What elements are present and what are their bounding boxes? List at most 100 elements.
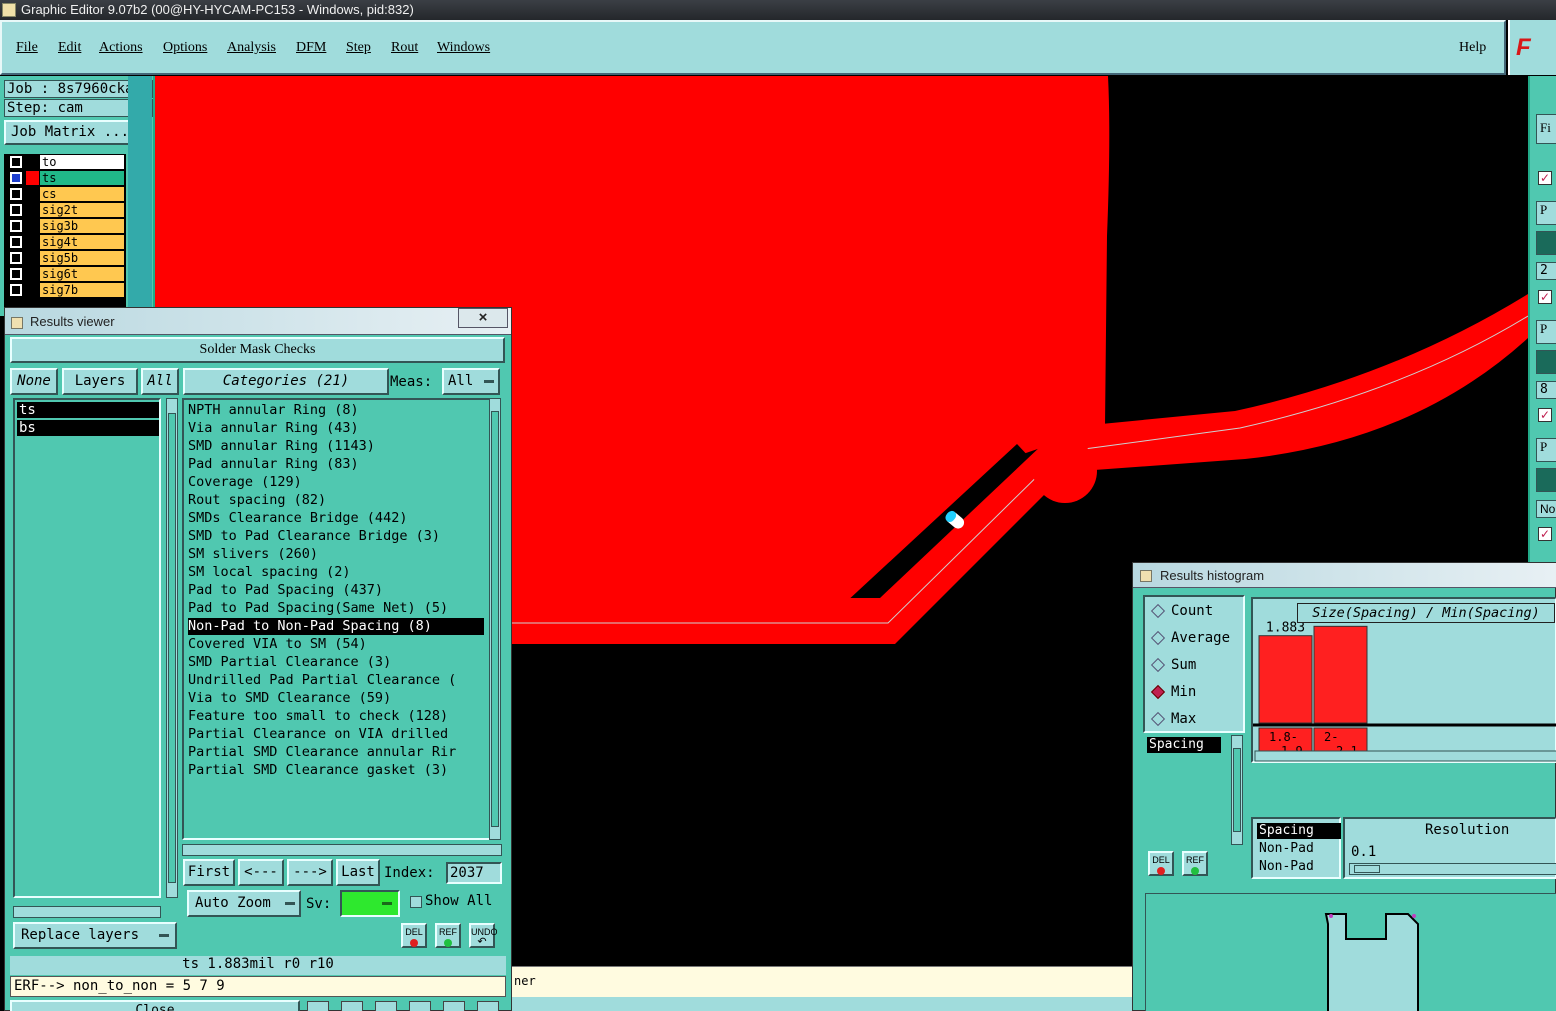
prev-button[interactable]: <--- xyxy=(238,859,284,886)
menu-edit[interactable]: Edit xyxy=(58,40,81,56)
meas-dropdown[interactable]: All xyxy=(442,368,500,395)
menu-step[interactable]: Step xyxy=(346,40,371,56)
category-item[interactable]: Pad annular Ring (83) xyxy=(188,456,484,473)
measure-list-item[interactable]: Spacing xyxy=(1257,823,1341,839)
category-item-selected[interactable]: Non-Pad to Non-Pad Spacing (8) xyxy=(188,618,484,635)
stat-radio-count[interactable]: Count xyxy=(1150,601,1251,621)
category-item[interactable]: Partial Clearance on VIA drilled xyxy=(188,726,484,743)
last-button[interactable]: Last xyxy=(336,859,380,886)
stat-radio-max[interactable]: Max xyxy=(1150,709,1251,729)
slider-handle[interactable] xyxy=(1354,865,1380,873)
layers-button[interactable]: Layers xyxy=(62,368,138,395)
menu-dfm[interactable]: DFM xyxy=(296,40,326,56)
right-panel-button[interactable]: P xyxy=(1536,320,1556,344)
right-panel-button[interactable]: P xyxy=(1536,438,1556,462)
layer-row[interactable]: sig3b xyxy=(4,218,126,234)
category-item[interactable]: Rout spacing (82) xyxy=(188,492,484,509)
measure-list-item[interactable]: Non-Pad xyxy=(1257,859,1341,875)
category-item[interactable]: Via annular Ring (43) xyxy=(188,420,484,437)
layer-row[interactable]: sig2t xyxy=(4,202,126,218)
index-input[interactable]: 2037 xyxy=(446,862,502,884)
layer-row[interactable]: ts xyxy=(4,170,126,186)
menu-rout[interactable]: Rout xyxy=(391,40,418,56)
sv-color-dropdown[interactable] xyxy=(340,890,400,917)
menu-file[interactable]: File xyxy=(16,40,38,56)
layer-row[interactable]: sig4t xyxy=(4,234,126,250)
layer-checkbox[interactable] xyxy=(10,252,22,264)
histogram-titlebar[interactable]: Results histogram xyxy=(1133,563,1556,588)
scroll-thumb[interactable] xyxy=(1233,748,1241,832)
toolbar-icon[interactable] xyxy=(443,1001,465,1011)
stat-radio-sum[interactable]: Sum xyxy=(1150,655,1251,675)
category-item[interactable]: SMDs Clearance Bridge (442) xyxy=(188,510,484,527)
hist-del-button[interactable]: DEL xyxy=(1148,851,1174,876)
categories-scrollbar[interactable] xyxy=(489,398,501,840)
category-item[interactable]: Via to SMD Clearance (59) xyxy=(188,690,484,707)
toolbar-icon[interactable] xyxy=(375,1001,397,1011)
layer-row[interactable]: to xyxy=(4,154,126,170)
layer-checkbox[interactable] xyxy=(10,284,22,296)
toolbar-icon[interactable] xyxy=(477,1001,499,1011)
layer-list-scrollbar[interactable] xyxy=(166,398,178,898)
category-item[interactable]: NPTH annular Ring (8) xyxy=(188,402,484,419)
menu-windows[interactable]: Windows xyxy=(437,40,490,56)
layer-row[interactable]: sig6t xyxy=(4,266,126,282)
auto-zoom-dropdown[interactable]: Auto Zoom xyxy=(187,890,301,917)
scroll-thumb[interactable] xyxy=(491,411,499,827)
category-item[interactable]: Coverage (129) xyxy=(188,474,484,491)
none-button[interactable]: None xyxy=(10,368,58,395)
right-panel-button[interactable]: P xyxy=(1536,201,1556,225)
measure-scrollbar[interactable] xyxy=(1231,735,1243,845)
layer-scrollbar[interactable] xyxy=(128,76,152,316)
category-item[interactable]: Pad to Pad Spacing (437) xyxy=(188,582,484,599)
wrench-icon[interactable] xyxy=(1536,231,1556,255)
first-button[interactable]: First xyxy=(183,859,235,886)
hist-ref-button[interactable]: REF xyxy=(1182,851,1208,876)
right-panel-checkbox[interactable]: ✓ xyxy=(1538,290,1552,304)
measure-item-selected[interactable]: Spacing xyxy=(1147,737,1221,753)
ref-button[interactable]: REF xyxy=(435,923,461,948)
layer-checkbox[interactable] xyxy=(10,204,22,216)
wrench-icon[interactable] xyxy=(1536,468,1556,492)
results-layer-item[interactable]: ts xyxy=(17,402,159,418)
toolbar-icon[interactable] xyxy=(341,1001,363,1011)
close-icon[interactable]: × xyxy=(458,308,508,328)
next-button[interactable]: ---> xyxy=(287,859,333,886)
all-button[interactable]: All xyxy=(141,368,179,395)
menu-help[interactable]: Help xyxy=(1459,40,1486,56)
category-item[interactable]: SMD annular Ring (1143) xyxy=(188,438,484,455)
histogram-hscrollbar[interactable] xyxy=(1254,750,1556,762)
show-all-checkbox[interactable] xyxy=(410,896,422,908)
categories-hscrollbar[interactable] xyxy=(182,844,502,856)
stat-radio-average[interactable]: Average xyxy=(1150,628,1251,648)
histogram-bar[interactable] xyxy=(1258,635,1313,724)
results-layer-item[interactable]: bs xyxy=(17,420,159,436)
categories-button[interactable]: Categories (21) xyxy=(183,368,389,395)
category-item[interactable]: Partial SMD Clearance annular Rir xyxy=(188,744,484,761)
category-item[interactable]: SM slivers (260) xyxy=(188,546,484,563)
right-panel-checkbox[interactable]: ✓ xyxy=(1538,171,1552,185)
category-item[interactable]: SM local spacing (2) xyxy=(188,564,484,581)
layer-checkbox[interactable] xyxy=(10,188,22,200)
layer-list-hscrollbar[interactable] xyxy=(13,906,161,918)
category-item[interactable]: Pad to Pad Spacing(Same Net) (5) xyxy=(188,600,484,617)
layer-checkbox[interactable] xyxy=(10,268,22,280)
toolbar-icon[interactable] xyxy=(409,1001,431,1011)
layer-checkbox[interactable] xyxy=(10,172,22,184)
category-item[interactable]: Feature too small to check (128) xyxy=(188,708,484,725)
measure-list-item[interactable]: Non-Pad xyxy=(1257,841,1341,857)
toolbar-icon[interactable] xyxy=(307,1001,329,1011)
wrench-icon[interactable] xyxy=(1536,350,1556,374)
category-item[interactable]: Undrilled Pad Partial Clearance ( xyxy=(188,672,484,689)
category-item[interactable]: Partial SMD Clearance gasket (3) xyxy=(188,762,484,779)
layer-checkbox[interactable] xyxy=(10,156,22,168)
layer-row[interactable]: sig7b xyxy=(4,282,126,298)
right-panel-checkbox[interactable]: ✓ xyxy=(1538,527,1552,541)
category-item[interactable]: SMD Partial Clearance (3) xyxy=(188,654,484,671)
menu-actions[interactable]: Actions xyxy=(99,40,143,56)
histogram-bar[interactable] xyxy=(1313,625,1368,724)
menu-analysis[interactable]: Analysis xyxy=(227,40,276,56)
resolution-slider[interactable] xyxy=(1349,863,1556,875)
category-item[interactable]: Covered VIA to SM (54) xyxy=(188,636,484,653)
undo-button[interactable]: UNDO ↶ xyxy=(469,923,498,948)
